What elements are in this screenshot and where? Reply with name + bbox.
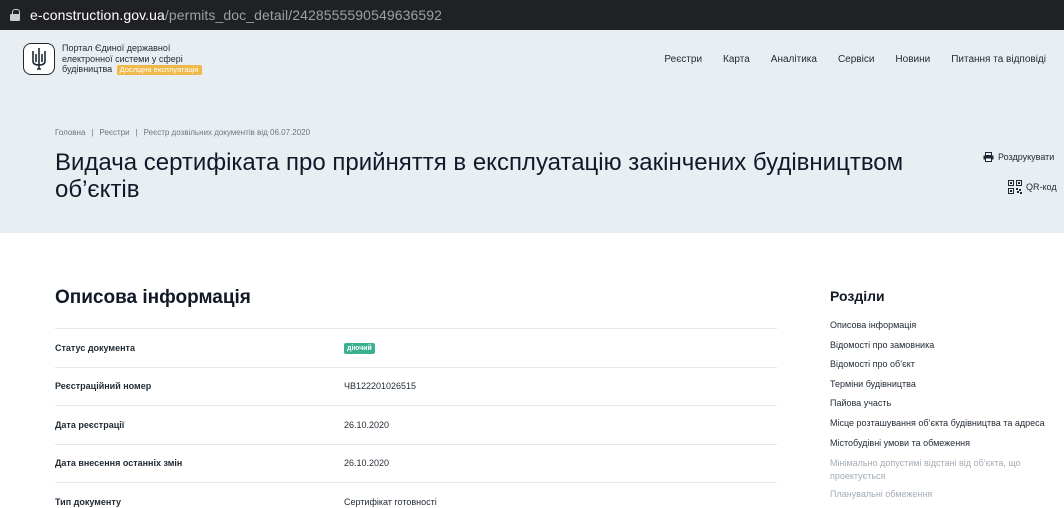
qr-code-icon	[1008, 180, 1022, 194]
info-row-status: Статус документа діючий	[55, 328, 777, 367]
printer-icon	[983, 152, 994, 162]
breadcrumb-home[interactable]: Головна	[55, 128, 85, 137]
lock-icon	[10, 9, 20, 21]
info-value: Сертифікат готовності	[344, 496, 437, 507]
info-value: 26.10.2020	[344, 458, 390, 469]
section-link-share[interactable]: Пайова участь	[830, 398, 1064, 409]
print-label: Роздрукувати	[998, 152, 1055, 162]
qr-code-label: QR-код	[1026, 182, 1057, 192]
info-table: Статус документа діючий Реєстраційний но…	[55, 328, 777, 508]
url-text[interactable]: e-construction.gov.ua/permits_doc_detail…	[30, 7, 442, 23]
breadcrumb-registries[interactable]: Реєстри	[99, 128, 129, 137]
sections-nav: Описова інформація Відомості про замовни…	[830, 320, 1064, 506]
url-host: e-construction.gov.ua	[30, 7, 165, 23]
qr-code-button[interactable]: QR-код	[1008, 180, 1057, 194]
address-bar[interactable]: e-construction.gov.ua/permits_doc_detail…	[0, 0, 1064, 30]
info-label: Реєстраційний номер	[55, 381, 152, 392]
info-value: ЧВ122201026515	[344, 381, 417, 392]
sections-title: Розділи	[830, 288, 885, 304]
breadcrumb: Головна | Реєстри | Реєстр дозвільних до…	[55, 128, 310, 137]
section-link-urban-conditions[interactable]: Містобудівні умови та обмеження	[830, 438, 1064, 449]
site-logo[interactable]: Портал Єдиної державної електронної сист…	[23, 43, 222, 75]
info-row-last-change: Дата внесення останніх змін 26.10.2020	[55, 443, 777, 483]
section-title: Описова інформація	[55, 287, 251, 308]
beta-badge: Дослідна експлуатація	[116, 65, 202, 75]
info-row-reg-date: Дата реєстрації 26.10.2020	[55, 405, 777, 444]
nav-registries[interactable]: Реєстри	[664, 54, 702, 65]
info-label: Тип документу	[55, 496, 121, 507]
section-link-customer[interactable]: Відомості про замовника	[830, 340, 1064, 351]
section-link-planning-restrictions[interactable]: Планувальні обмеження	[830, 488, 1064, 501]
breadcrumb-current[interactable]: Реєстр дозвільних документів від 06.07.2…	[144, 128, 310, 137]
info-row-doc-type: Тип документу Сертифікат готовності	[55, 482, 777, 508]
trident-icon	[23, 43, 55, 75]
nav-analytics[interactable]: Аналітика	[771, 54, 817, 65]
info-value: діючий	[344, 342, 375, 354]
print-button[interactable]: Роздрукувати	[983, 152, 1054, 162]
portal-name: Портал Єдиної державної електронної сист…	[62, 43, 222, 75]
nav-services[interactable]: Сервіси	[838, 54, 874, 65]
section-link-description[interactable]: Описова інформація	[830, 320, 1064, 331]
section-link-terms[interactable]: Терміни будівництва	[830, 379, 1064, 390]
info-value: 26.10.2020	[344, 419, 390, 430]
breadcrumb-separator: |	[135, 128, 138, 137]
info-label: Дата внесення останніх змін	[55, 458, 183, 469]
status-badge: діючий	[344, 342, 375, 354]
nav-faq[interactable]: Питання та відповіді	[951, 54, 1046, 65]
info-row-reg-number: Реєстраційний номер ЧВ122201026515	[55, 366, 777, 406]
url-path: /permits_doc_detail/2428555590549636592	[164, 7, 443, 23]
info-label: Статус документа	[55, 342, 135, 353]
nav-news[interactable]: Новини	[895, 54, 930, 65]
section-link-min-distances[interactable]: Мінімально допустимі відстані від об’єкт…	[830, 457, 1064, 483]
nav-map[interactable]: Карта	[723, 54, 750, 65]
breadcrumb-separator: |	[91, 128, 94, 137]
main-nav: Реєстри Карта Аналітика Сервіси Новини П…	[643, 54, 1046, 65]
page-title: Видача сертифіката про прийняття в експл…	[55, 149, 904, 203]
section-link-location[interactable]: Місце розташування об’єкта будівництва т…	[830, 418, 1064, 429]
section-link-object[interactable]: Відомості про об’єкт	[830, 359, 1064, 370]
info-label: Дата реєстрації	[55, 419, 125, 430]
